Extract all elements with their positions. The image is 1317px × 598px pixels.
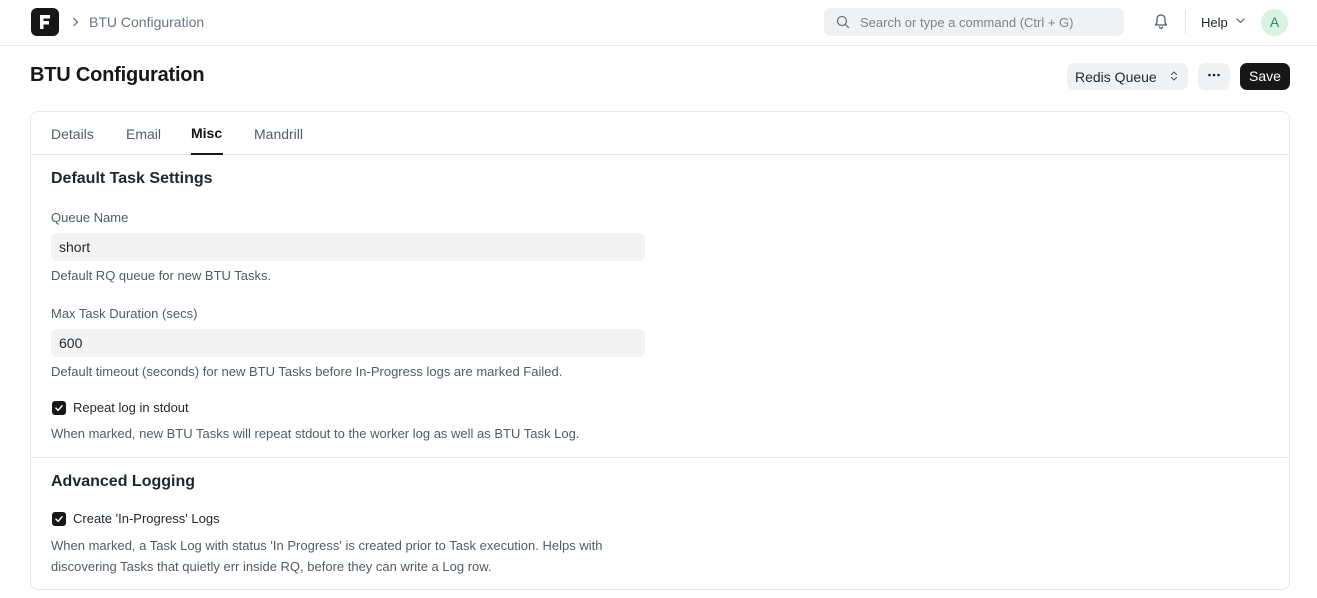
more-actions-button[interactable] [1198, 63, 1230, 90]
section-title-advanced-logging: Advanced Logging [51, 473, 195, 490]
app-logo[interactable] [31, 8, 59, 36]
search-bar[interactable]: Search or type a command (Ctrl + G) [824, 8, 1124, 36]
queue-name-description: Default RQ queue for new BTU Tasks. [51, 268, 272, 283]
save-button[interactable]: Save [1240, 63, 1290, 90]
tab-email[interactable]: Email [126, 126, 161, 142]
section-divider [31, 457, 1289, 458]
checkmark-icon [55, 516, 63, 523]
navbar: BTU Configuration Search or type a comma… [0, 0, 1317, 46]
in-progress-logs-label[interactable]: Create 'In-Progress' Logs [73, 511, 220, 526]
chevron-right-icon [73, 17, 79, 27]
repeat-log-description: When marked, new BTU Tasks will repeat s… [51, 426, 580, 441]
breadcrumb[interactable]: BTU Configuration [89, 14, 204, 30]
in-progress-logs-checkbox[interactable] [52, 512, 66, 526]
search-icon [836, 15, 850, 29]
search-input[interactable]: Search or type a command (Ctrl + G) [860, 15, 1074, 30]
tab-details[interactable]: Details [51, 126, 94, 142]
queue-select-value: Redis Queue [1075, 69, 1157, 85]
section-title-default-task: Default Task Settings [51, 170, 213, 187]
repeat-log-checkbox[interactable] [52, 401, 66, 415]
in-progress-logs-description-line2: discovering Tasks that quietly err insid… [51, 559, 492, 574]
ellipsis-icon [1208, 73, 1220, 77]
page-title: BTU Configuration [30, 64, 205, 86]
tab-bar: Details Email Misc Mandrill [31, 112, 1289, 155]
help-menu-button[interactable]: Help [1201, 15, 1228, 30]
avatar[interactable]: A [1261, 9, 1288, 36]
queue-name-label: Queue Name [51, 210, 129, 225]
in-progress-logs-description-line1: When marked, a Task Log with status 'In … [51, 538, 603, 553]
max-duration-input[interactable] [51, 329, 645, 357]
nav-divider [1185, 10, 1186, 34]
active-tab-indicator [191, 153, 223, 155]
tab-mandrill[interactable]: Mandrill [254, 126, 303, 142]
checkmark-icon [55, 405, 63, 412]
max-duration-description: Default timeout (seconds) for new BTU Ta… [51, 364, 563, 379]
repeat-log-label[interactable]: Repeat log in stdout [73, 400, 189, 415]
queue-name-input[interactable] [51, 233, 645, 261]
sort-arrows-icon [1170, 71, 1178, 81]
tab-misc[interactable]: Misc [191, 125, 222, 141]
bell-icon[interactable] [1153, 13, 1169, 30]
chevron-down-icon[interactable] [1236, 18, 1245, 24]
form-card: Details Email Misc Mandrill Default Task… [30, 111, 1290, 590]
max-duration-label: Max Task Duration (secs) [51, 306, 198, 321]
